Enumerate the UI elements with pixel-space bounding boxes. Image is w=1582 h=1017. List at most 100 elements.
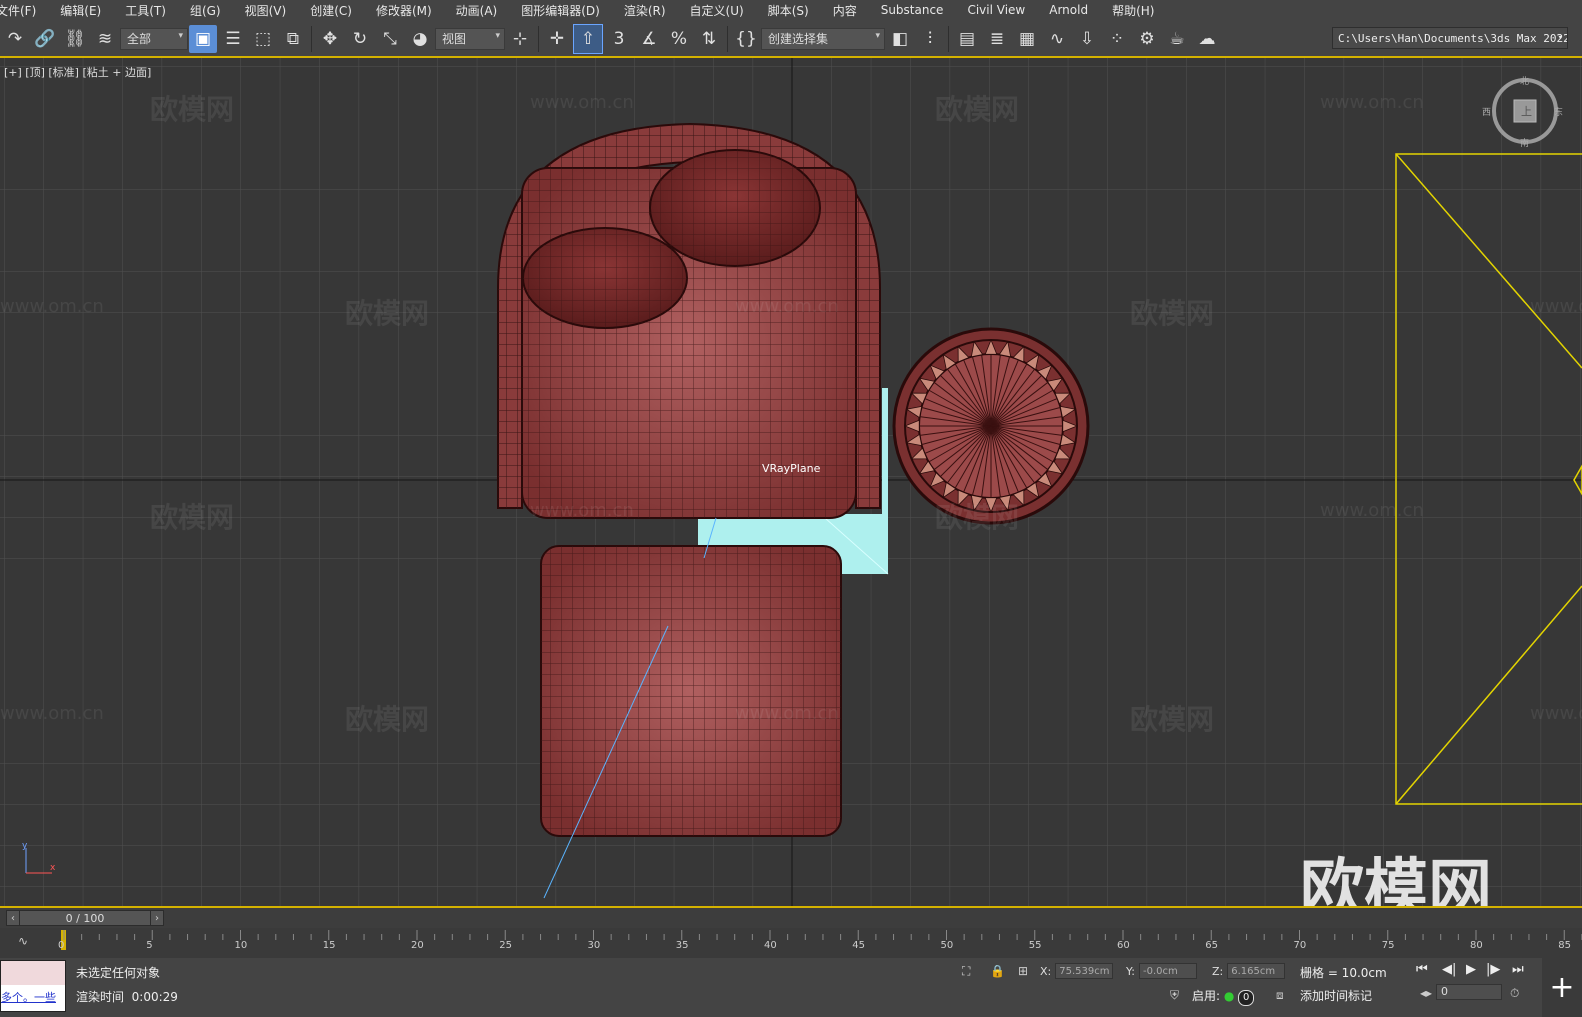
watermark-text: www.om.cn <box>1320 500 1424 521</box>
bind-spacewarp-icon[interactable]: ≋ <box>91 25 119 53</box>
time-slider[interactable]: ‹ 0 / 100 › <box>6 910 164 926</box>
percent-snap-icon[interactable]: % <box>665 25 693 53</box>
menu-item[interactable]: 编辑(E) <box>48 2 113 19</box>
goto-end-icon[interactable]: ⏭ <box>1512 962 1524 977</box>
pivot-center-icon[interactable]: ⊹ <box>506 25 534 53</box>
menu-item[interactable]: 内容 <box>821 2 869 19</box>
time-tag-icon[interactable]: ⧈ <box>1276 988 1284 1003</box>
snap-toggle-icon[interactable]: 3 <box>605 25 633 53</box>
viewcube[interactable]: 上 北 南 西 东 <box>1482 76 1564 149</box>
select-by-name-icon[interactable]: ☰ <box>219 25 247 53</box>
menu-item[interactable]: 帮助(H) <box>1100 2 1166 19</box>
maxscript-mini-listener[interactable]: 多个。一些 <box>0 960 66 1012</box>
edit-named-selection-icon[interactable]: {} <box>732 25 760 53</box>
viewcube-north: 北 <box>1520 77 1530 87</box>
schematic-view-icon[interactable]: ⇩ <box>1073 25 1101 53</box>
menu-item[interactable]: 脚本(S) <box>756 2 821 19</box>
tick-label: 65 <box>1205 940 1218 951</box>
rendered-frame-window-icon[interactable]: ☕ <box>1163 25 1191 53</box>
time-config-icon[interactable]: ⏱ <box>1510 986 1519 1001</box>
curve-editor-icon[interactable]: ∿ <box>1043 25 1071 53</box>
tick-label: 70 <box>1293 940 1307 951</box>
menu-item[interactable]: 图形编辑器(D) <box>509 2 612 19</box>
named-selection-set-dropdown[interactable]: 创建选择集 ▾ <box>761 27 885 50</box>
menu-item[interactable]: Arnold <box>1037 3 1100 17</box>
coord-y-field[interactable]: -0.0cm <box>1138 963 1197 979</box>
select-manipulate-icon[interactable]: ✛ <box>543 25 571 53</box>
menu-item[interactable]: 渲染(R) <box>612 2 678 19</box>
armchair-mesh <box>497 122 881 519</box>
tick-label: 55 <box>1028 940 1042 951</box>
enable-count[interactable]: 0 <box>1238 990 1255 1006</box>
isolate-selection-icon[interactable]: ⛶ <box>962 964 970 979</box>
watermark-text: www.om.cn <box>530 92 634 113</box>
menu-item[interactable]: 文件(F) <box>0 2 48 19</box>
rotate-icon[interactable]: ↻ <box>346 25 374 53</box>
reference-coord-dropdown[interactable]: 视图 ▾ <box>435 27 505 50</box>
tick-label: 10 <box>234 940 248 951</box>
watermark-text: www.om.cn <box>1530 296 1582 317</box>
placement-icon[interactable]: ◕ <box>406 25 434 53</box>
keyboard-shortcut-override-icon[interactable]: ⇧ <box>573 23 603 54</box>
menu-item[interactable]: 工具(T) <box>113 2 178 19</box>
play-icon[interactable]: ▶ <box>1466 962 1476 977</box>
adaptive-degradation-icon[interactable]: ⛨ <box>1170 988 1179 1003</box>
menu-item[interactable]: 修改器(M) <box>364 2 444 19</box>
coord-z-field[interactable]: 6.165cm <box>1227 963 1286 979</box>
viewcube-east: 东 <box>1554 108 1564 118</box>
coord-y: Y: -0.0cm <box>1126 963 1197 979</box>
menu-item[interactable]: Substance <box>869 3 956 17</box>
absolute-mode-icon[interactable]: ⊞ <box>1018 964 1028 978</box>
ribbon-toggle-icon[interactable]: ▦ <box>1013 25 1041 53</box>
select-object-icon[interactable]: ▣ <box>189 24 217 53</box>
viewport-label[interactable]: [+] [顶] [标准] [粘土 + 边面] <box>4 64 151 80</box>
trackbar[interactable]: ∿ 0 5 10 15 20 25 30 35 40 45 50 55 60 65 70 75 80 85 <box>0 928 1582 958</box>
time-prev-icon[interactable]: ‹ <box>7 911 20 925</box>
redo-icon[interactable]: ↷ <box>1 25 29 53</box>
layer-explorer-icon[interactable]: ≣ <box>983 25 1011 53</box>
link-icon[interactable]: 🔗 <box>31 25 59 53</box>
watermark-text: 欧模网 <box>345 703 430 736</box>
scene-explorer-icon[interactable]: ▤ <box>953 25 981 53</box>
render-production-icon[interactable]: ☁ <box>1193 25 1221 53</box>
listener-input[interactable] <box>1 961 65 985</box>
key-mode-icon[interactable]: ◂▸ <box>1420 986 1432 1000</box>
current-frame-field[interactable]: 0 <box>1436 984 1502 1000</box>
material-editor-icon[interactable]: ⁘ <box>1103 25 1131 53</box>
menu-item[interactable]: Civil View <box>955 3 1037 17</box>
tick-label: 80 <box>1470 940 1483 951</box>
rect-selection-icon[interactable]: ⬚ <box>249 25 277 53</box>
prev-frame-icon[interactable]: ◀︎| <box>1442 962 1456 977</box>
angle-snap-icon[interactable]: ∡ <box>635 25 663 53</box>
selection-lock-icon[interactable]: 🔒 <box>990 964 1005 978</box>
menu-item[interactable]: 组(G) <box>178 2 233 19</box>
add-time-tag[interactable]: 添加时间标记 <box>1300 987 1372 1004</box>
menu-item[interactable]: 自定义(U) <box>678 2 756 19</box>
selection-status: 未选定任何对象 <box>76 966 161 980</box>
window-crossing-icon[interactable]: ⧉ <box>279 25 307 53</box>
unlink-icon[interactable]: ⛓ <box>61 25 89 53</box>
watermark-text: www.om.cn <box>1530 703 1582 724</box>
move-icon[interactable]: ✥ <box>316 25 344 53</box>
main-toolbar: ↷ 🔗 ⛓ ≋ 全部 ▾ ▣ ☰ ⬚ ⧉ ✥ ↻ ⤡ ◕ 视图 ▾ ⊹ ✛ ⇧ 3 … <box>0 20 1582 58</box>
spinner-snap-icon[interactable]: ⇅ <box>695 25 723 53</box>
align-icon[interactable]: ⫶ <box>916 25 944 53</box>
menu-item[interactable]: 动画(A) <box>444 2 510 19</box>
top-viewport[interactable]: y x 欧模网 www.om.cn 欧模网 www.om.cn www.om.cn 欧模网… <box>0 58 1582 906</box>
next-frame-icon[interactable]: |▶︎ <box>1486 962 1500 977</box>
scale-icon[interactable]: ⤡ <box>376 25 404 53</box>
time-next-icon[interactable]: › <box>150 911 163 925</box>
project-path-field[interactable]: C:\Users\Han\Documents\3ds Max 2022 ▾ <box>1332 27 1568 49</box>
menu-item[interactable]: 视图(V) <box>233 2 299 19</box>
selection-filter-value: 全部 <box>127 32 152 46</box>
goto-start-icon[interactable]: ⏮ <box>1416 962 1428 977</box>
coord-z: Z: 6.165cm <box>1212 963 1286 979</box>
coord-x-field[interactable]: 75.539cm <box>1055 963 1114 979</box>
render-setup-icon[interactable]: ⚙ <box>1133 25 1161 53</box>
vray-plane-label: VRayPlane <box>762 462 821 475</box>
add-icon[interactable]: + <box>1542 958 1582 1017</box>
render-time-label: 渲染时间 <box>76 990 125 1004</box>
menu-item[interactable]: 创建(C) <box>298 2 364 19</box>
selection-filter-dropdown[interactable]: 全部 ▾ <box>120 27 188 50</box>
mirror-icon[interactable]: ◧ <box>886 25 914 53</box>
